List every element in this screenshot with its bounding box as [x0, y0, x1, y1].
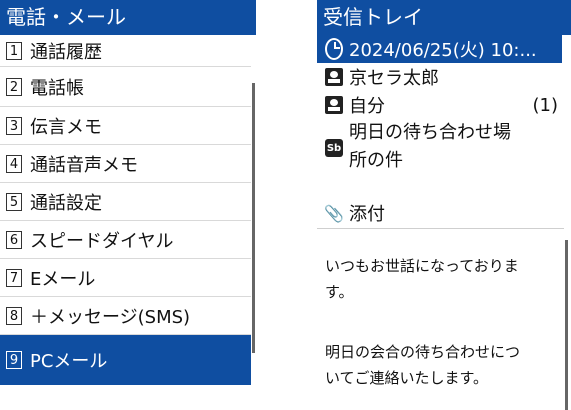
message-recipient: 自分	[349, 96, 385, 117]
menu-item-number: 6	[6, 230, 22, 249]
body-line-3: 明日の会合の待ち合わせにつ	[325, 343, 521, 361]
clock-icon	[325, 38, 343, 60]
menu-item-number: 2	[6, 77, 22, 96]
message-scrollbar[interactable]	[564, 35, 569, 410]
person-icon	[325, 96, 343, 114]
message-date: 2024/06/25(火) 10:...	[349, 40, 537, 61]
subject-line-2: 所の件	[349, 150, 403, 171]
recipient-count: (1)	[532, 94, 559, 116]
message-subject-row[interactable]: Sb 明日の待ち合わせ場 所の件	[317, 119, 562, 177]
menu-item-label: 通話音声メモ	[30, 154, 138, 176]
menu-item-number: 7	[6, 268, 22, 287]
menu-item-label: 通話履歴	[30, 41, 102, 63]
menu-item-number: 5	[6, 192, 22, 211]
menu-item-number: 3	[6, 116, 22, 135]
inbox-title: 受信トレイ	[317, 0, 571, 35]
attachment-label: 添付	[349, 204, 385, 225]
menu-item-speed-dial[interactable]: 6 スピードダイヤル	[0, 221, 251, 259]
menu-item-email[interactable]: 7 Eメール	[0, 259, 251, 297]
subject-icon: Sb	[325, 139, 343, 157]
menu-item-label: スピードダイヤル	[30, 230, 174, 252]
paperclip-icon: 📎	[324, 203, 344, 223]
menu-item-label: 電話帳	[30, 77, 84, 99]
message-scrollbar-thumb[interactable]	[565, 240, 568, 410]
phone-mail-menu-panel: 電話・メール 1 通話履歴 2 電話帳 3 伝言メモ 4 通話音声メモ 5 通話…	[0, 0, 256, 385]
message-body-part-1: いつもお世話になっておりま す。	[325, 253, 560, 305]
menu-item-label: 通話設定	[30, 192, 102, 214]
menu-item-pc-mail[interactable]: 9 PCメール	[0, 335, 251, 385]
menu-item-voice-memo[interactable]: 3 伝言メモ	[0, 107, 251, 145]
menu-item-number: 9	[6, 351, 22, 369]
menu-item-label: PCメール	[30, 351, 108, 372]
message-recipient-row[interactable]: 自分 (1)	[317, 91, 562, 119]
menu-item-number: 4	[6, 154, 22, 173]
menu-item-call-settings[interactable]: 5 通話設定	[0, 183, 251, 221]
menu-item-number: 1	[6, 41, 22, 60]
subject-line-1: 明日の待ち合わせ場	[349, 122, 511, 143]
message-date-row[interactable]: 2024/06/25(火) 10:...	[317, 35, 562, 63]
menu-item-call-history[interactable]: 1 通話履歴	[0, 35, 251, 67]
menu-item-number: 8	[6, 306, 22, 325]
menu-item-label: 伝言メモ	[30, 116, 102, 138]
menu-item-plus-message-sms[interactable]: 8 ＋メッセージ(SMS)	[0, 297, 251, 335]
menu-scrollbar-thumb[interactable]	[252, 83, 255, 353]
person-icon	[325, 68, 343, 86]
menu-item-label: Eメール	[30, 268, 96, 290]
message-body-part-2: 明日の会合の待ち合わせにつ いてご連絡いたします。	[325, 339, 560, 391]
message-subject: 明日の待ち合わせ場 所の件	[349, 119, 511, 175]
inbox-message-panel: 受信トレイ 2024/06/25(火) 10:... 京セラ太郎 自分 (1) …	[317, 0, 571, 410]
menu-item-phonebook[interactable]: 2 電話帳	[0, 67, 251, 107]
menu-item-call-voice-memo[interactable]: 4 通話音声メモ	[0, 145, 251, 183]
message-sender-row[interactable]: 京セラ太郎	[317, 63, 562, 91]
body-line-4: いてご連絡いたします。	[325, 369, 489, 387]
menu-title: 電話・メール	[0, 0, 256, 35]
menu-item-label: ＋メッセージ(SMS)	[30, 306, 191, 328]
message-sender: 京セラ太郎	[349, 68, 439, 89]
header-body-divider	[317, 228, 564, 229]
attachment-row[interactable]: 📎 添付	[317, 199, 562, 227]
body-line-2: す。	[325, 283, 354, 301]
menu-scrollbar[interactable]	[251, 35, 256, 385]
body-line-1: いつもお世話になっておりま	[325, 257, 519, 275]
